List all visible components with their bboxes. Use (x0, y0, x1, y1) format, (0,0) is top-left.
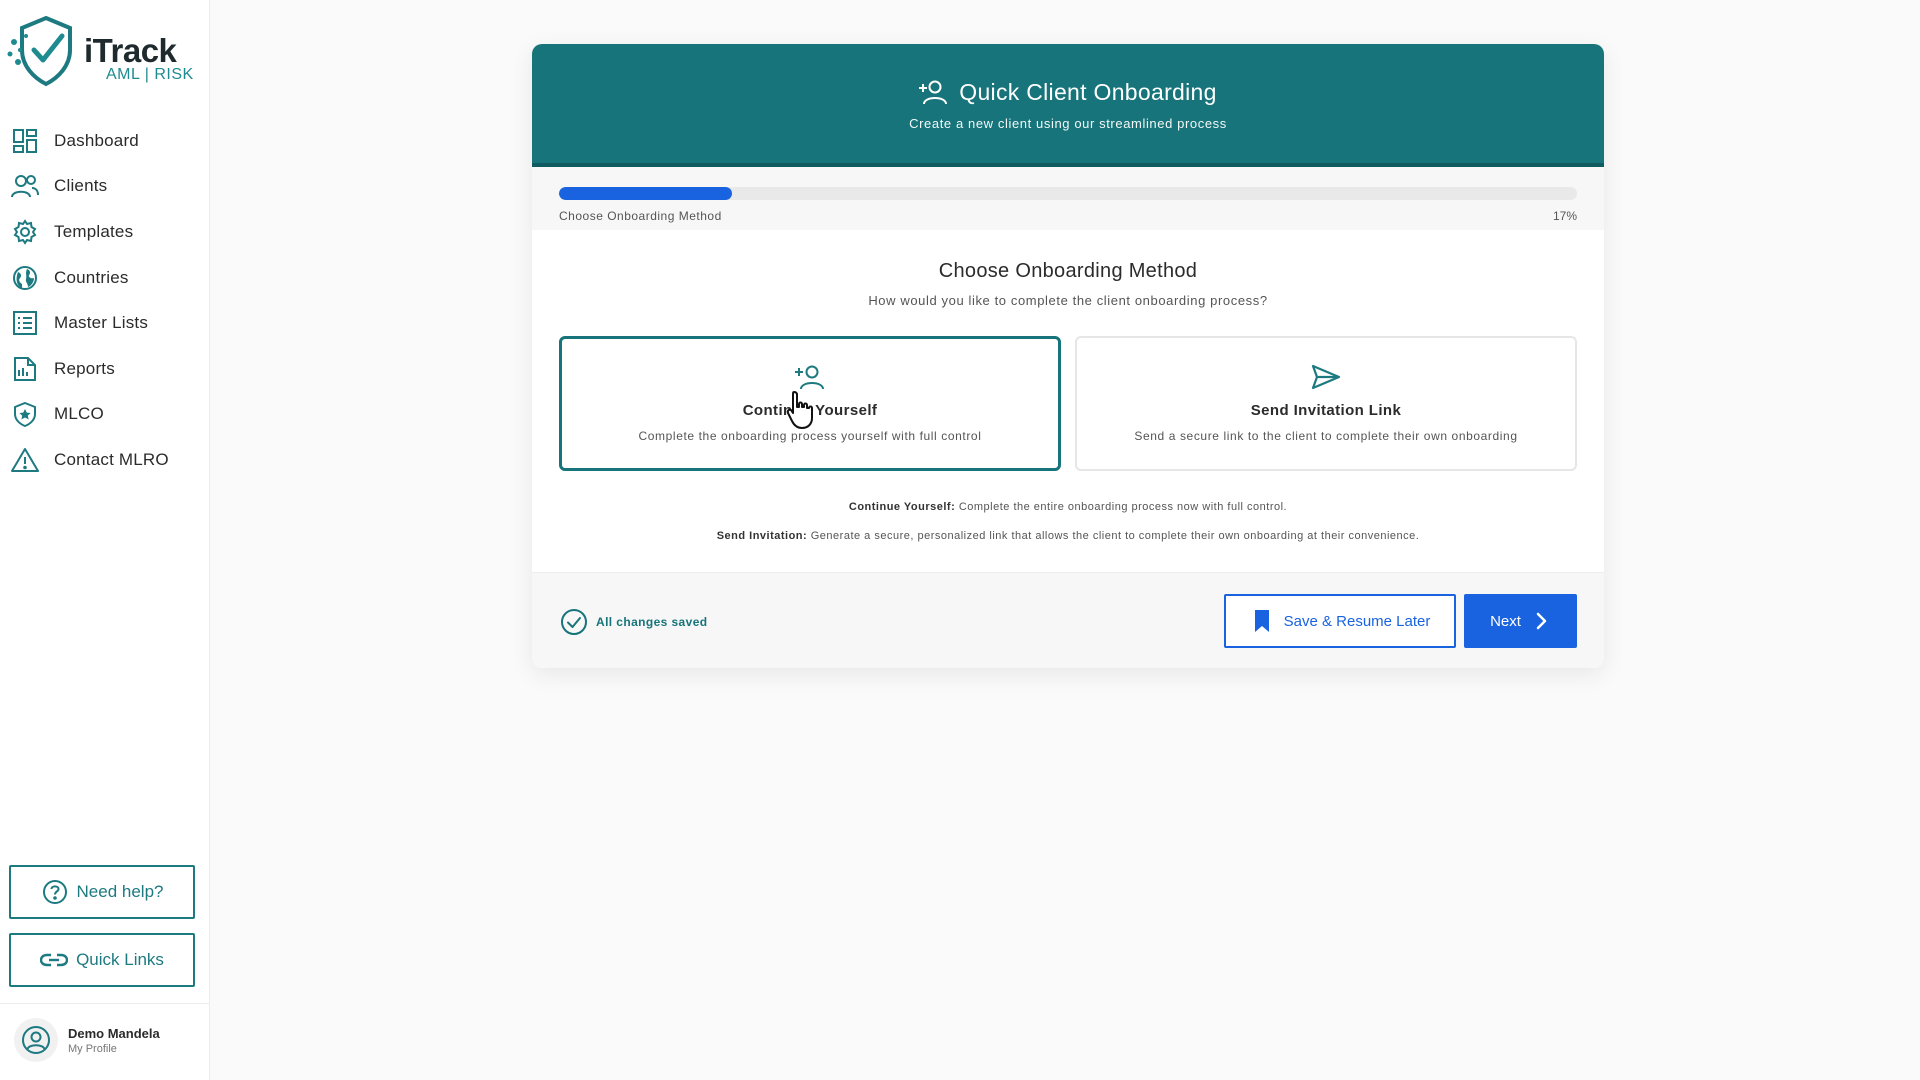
save-status: All changes saved (560, 608, 708, 636)
brand-name: iTrack (84, 32, 177, 69)
sidebar-item-clients[interactable]: Clients (0, 164, 210, 210)
user-plus-icon (793, 360, 827, 394)
chevron-right-icon (1531, 611, 1551, 631)
onboarding-card: Quick Client Onboarding Create a new cli… (532, 44, 1604, 668)
card-header: Quick Client Onboarding Create a new cli… (532, 44, 1604, 167)
save-resume-label: Save & Resume Later (1283, 612, 1431, 630)
gear-icon (10, 217, 40, 247)
sidebar-item-contact-mlro[interactable]: Contact MLRO (0, 437, 210, 483)
profile[interactable]: Demo Mandela My Profile (14, 1018, 160, 1062)
quick-links-button[interactable]: Quick Links (9, 933, 195, 987)
help-circle-icon (41, 878, 69, 906)
send-icon (1309, 360, 1343, 394)
page-title: Quick Client Onboarding (959, 78, 1217, 105)
explain-invitation: Send Invitation: Generate a secure, pers… (532, 530, 1604, 542)
user-plus-icon (919, 76, 951, 108)
sidebar-item-label: Countries (54, 267, 129, 287)
sidebar-item-countries[interactable]: Countries (0, 255, 210, 301)
quick-links-label: Quick Links (76, 950, 164, 969)
users-icon (10, 171, 40, 201)
page-subtitle: Create a new client using our streamline… (909, 116, 1227, 131)
save-status-text: All changes saved (596, 615, 708, 629)
next-label: Next (1490, 612, 1521, 630)
progress-bar (559, 187, 1577, 200)
sidebar-item-master-lists[interactable]: Master Lists (0, 300, 210, 346)
profile-name: Demo Mandela (68, 1025, 160, 1041)
sidebar-item-label: MLCO (54, 404, 104, 424)
sidebar-item-label: Dashboard (54, 130, 139, 150)
option-desc: Complete the onboarding process yourself… (638, 429, 982, 443)
bookmark-icon (1250, 609, 1274, 633)
shield-check-logo-icon (7, 15, 72, 87)
progress-percent: 17% (1552, 209, 1577, 223)
explain-text: Complete the entire onboarding process n… (958, 501, 1288, 513)
explain-label: Continue Yourself: (848, 501, 956, 513)
sidebar-item-label: Reports (54, 358, 115, 378)
avatar (14, 1018, 58, 1062)
explain-text: Generate a secure, personalized link tha… (810, 530, 1420, 542)
list-icon (10, 308, 40, 338)
step-subtitle: How would you like to complete the clien… (868, 293, 1268, 308)
option-title: Send Invitation Link (1250, 402, 1402, 419)
sidebar-item-reports[interactable]: Reports (0, 346, 210, 392)
option-send-invitation[interactable]: Send Invitation Link Send a secure link … (1075, 336, 1577, 471)
sidebar-item-dashboard[interactable]: Dashboard (0, 118, 210, 164)
progress-fill (559, 187, 733, 200)
explain-continue: Continue Yourself: Complete the entire o… (532, 501, 1604, 513)
progress-section: Choose Onboarding Method 17% (532, 167, 1604, 230)
step-title: Choose Onboarding Method (938, 260, 1198, 282)
sidebar-nav: Dashboard Clients Templates Countries Ma… (0, 118, 210, 483)
user-circle-icon (22, 1026, 50, 1054)
logo[interactable]: iTrack AML | RISK (6, 14, 206, 92)
link-icon (40, 946, 69, 974)
method-options: Continue Yourself Complete the onboardin… (559, 336, 1577, 471)
check-circle-icon (560, 608, 588, 636)
sidebar-item-label: Contact MLRO (54, 449, 169, 469)
warning-icon (10, 445, 40, 475)
report-icon (10, 354, 40, 384)
sidebar: iTrack AML | RISK Dashboard Clients Temp… (0, 0, 210, 1080)
brand-tagline: AML | RISK (106, 66, 194, 83)
card-footer: All changes saved Save & Resume Later Ne… (532, 572, 1604, 668)
sidebar-item-templates[interactable]: Templates (0, 209, 210, 255)
profile-subtitle: My Profile (68, 1042, 117, 1055)
explain-label: Send Invitation: (716, 530, 808, 542)
next-button[interactable]: Next (1464, 594, 1577, 648)
sidebar-item-label: Clients (54, 176, 108, 196)
sidebar-item-label: Templates (54, 221, 134, 241)
need-help-button[interactable]: Need help? (9, 865, 195, 919)
sidebar-item-mlco[interactable]: MLCO (0, 392, 210, 438)
save-resume-later-button[interactable]: Save & Resume Later (1224, 594, 1456, 648)
need-help-label: Need help? (76, 882, 164, 901)
progress-step-label: Choose Onboarding Method (559, 209, 722, 223)
option-desc: Send a secure link to the client to comp… (1134, 429, 1518, 443)
shield-star-icon (10, 399, 40, 429)
dashboard-icon (10, 126, 40, 156)
globe-icon (10, 263, 40, 293)
sidebar-item-label: Master Lists (54, 313, 149, 333)
profile-divider (0, 1003, 210, 1004)
hand-cursor-icon (786, 391, 813, 429)
